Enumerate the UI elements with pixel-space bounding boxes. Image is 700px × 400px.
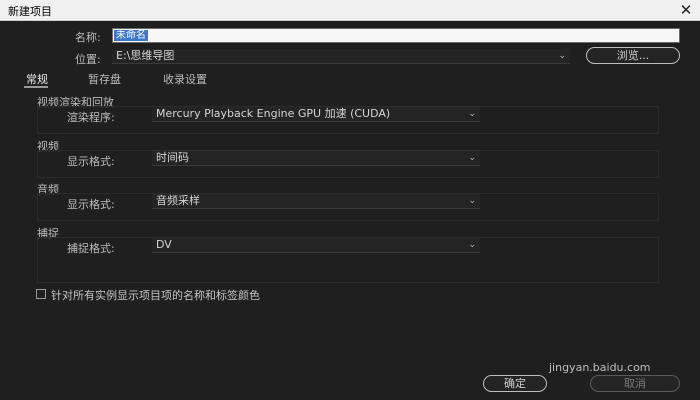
audio-format-value: 音频采样 — [156, 194, 200, 207]
video-format-label: 显示格式: — [67, 155, 115, 168]
tab-ingest-settings[interactable]: 收录设置 — [163, 71, 207, 87]
capture-format-label: 捕捉格式: — [67, 242, 115, 255]
location-label: 位置: — [75, 53, 101, 66]
chevron-down-icon: ⌄ — [468, 153, 476, 163]
chevron-down-icon: ⌄ — [468, 196, 476, 206]
window-title: 新建项目 — [8, 5, 52, 18]
close-icon[interactable]: ✕ — [672, 0, 700, 20]
name-label: 名称: — [75, 31, 101, 44]
renderer-value: Mercury Playback Engine GPU 加速 (CUDA) — [156, 107, 391, 120]
renderer-label: 渲染程序: — [67, 111, 115, 124]
chevron-down-icon: ⌄ — [468, 109, 476, 119]
window-titlebar: 新建项目 ✕ — [0, 0, 700, 21]
name-field-value: 未命名 — [114, 30, 148, 41]
video-format-value: 时间码 — [156, 151, 189, 164]
video-format-dropdown[interactable]: 时间码 ⌄ — [152, 151, 480, 166]
location-dropdown[interactable]: E:\思维导图 ⌄ — [112, 49, 570, 64]
cancel-button[interactable]: 取消 — [590, 375, 680, 392]
audio-format-label: 显示格式: — [67, 198, 115, 211]
active-tab-indicator — [24, 86, 48, 88]
browse-button[interactable]: 浏览... — [586, 47, 680, 64]
capture-format-value: DV — [156, 238, 172, 251]
tab-general[interactable]: 常规 — [26, 71, 48, 87]
audio-format-dropdown[interactable]: 音频采样 ⌄ — [152, 194, 480, 209]
name-field[interactable]: 未命名 — [112, 28, 680, 43]
tab-scratch-disks[interactable]: 暂存盘 — [88, 71, 121, 87]
ok-button[interactable]: 确定 — [483, 375, 547, 392]
chevron-down-icon: ⌄ — [468, 240, 476, 250]
watermark-text: jingyan.baidu.com — [549, 361, 651, 374]
chevron-down-icon: ⌄ — [558, 51, 566, 61]
show-labels-label: 针对所有实例显示项目项的名称和标签颜色 — [51, 289, 260, 302]
location-value: E:\思维导图 — [116, 49, 175, 62]
renderer-dropdown[interactable]: Mercury Playback Engine GPU 加速 (CUDA) ⌄ — [152, 107, 480, 122]
show-labels-checkbox[interactable] — [36, 289, 46, 299]
capture-format-dropdown[interactable]: DV ⌄ — [152, 238, 480, 253]
